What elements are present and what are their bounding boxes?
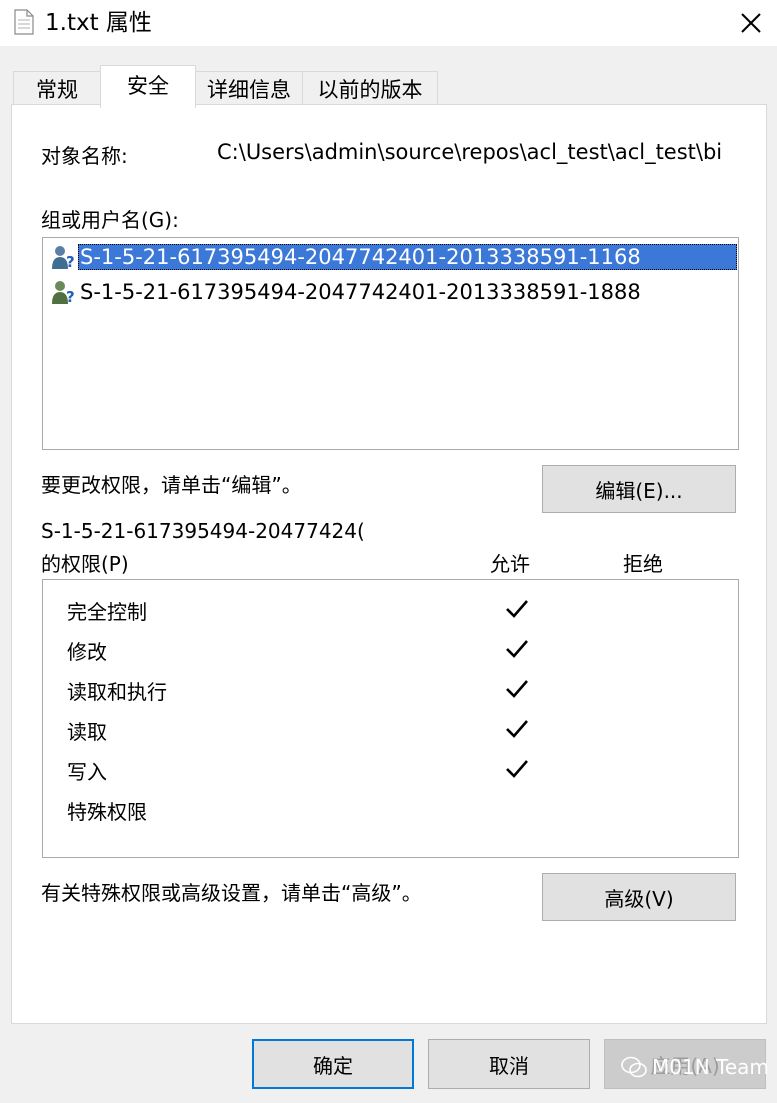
tab-previous-versions[interactable]: 以前的版本: [302, 71, 438, 107]
permission-row: 读取和执行: [43, 669, 738, 709]
advanced-hint: 有关特殊权限或高级设置，请单击“高级”。: [41, 881, 422, 905]
list-item[interactable]: ? S-1-5-21-617395494-2047742401-20133385…: [51, 275, 737, 309]
permission-name: 完全控制: [67, 600, 147, 624]
tab-security[interactable]: 安全: [100, 65, 196, 108]
user-sid: S-1-5-21-617395494-2047742401-2013338591…: [78, 244, 737, 270]
watermark-text: M01N Team: [652, 1055, 769, 1079]
permission-row: 写入: [43, 749, 738, 789]
title-bar: 1.txt 属性: [0, 0, 777, 46]
groups-listbox[interactable]: ? S-1-5-21-617395494-2047742401-20133385…: [42, 237, 739, 450]
svg-text:?: ?: [66, 288, 75, 306]
security-panel: 对象名称: C:\Users\admin\source\repos\acl_te…: [11, 104, 767, 1024]
check-icon: [506, 680, 528, 698]
tab-details[interactable]: 详细信息: [195, 71, 303, 107]
close-button[interactable]: [724, 0, 777, 46]
watermark: M01N Team: [620, 1055, 769, 1079]
wechat-icon: [621, 1056, 647, 1078]
check-icon: [506, 760, 528, 778]
groups-label: 组或用户名(G):: [41, 208, 179, 232]
permissions-title-suffix: 的权限(P): [41, 552, 129, 576]
svg-text:?: ?: [66, 253, 75, 271]
list-item[interactable]: ? S-1-5-21-617395494-2047742401-20133385…: [51, 240, 737, 274]
allow-header: 允许: [490, 552, 530, 576]
edit-button[interactable]: 编辑(E)...: [542, 465, 736, 513]
unknown-user-icon: ?: [52, 246, 75, 271]
permission-name: 特殊权限: [67, 800, 147, 824]
deny-header: 拒绝: [623, 552, 663, 576]
permission-row: 完全控制: [43, 589, 738, 629]
check-icon: [506, 640, 528, 658]
object-name-value: C:\Users\admin\source\repos\acl_test\acl…: [217, 140, 723, 164]
ok-button[interactable]: 确定: [252, 1039, 414, 1089]
permission-row: 特殊权限: [43, 789, 738, 829]
permission-name: 写入: [67, 760, 107, 784]
permission-name: 修改: [67, 640, 107, 664]
permission-name: 读取和执行: [67, 680, 167, 704]
advanced-button[interactable]: 高级(V): [542, 873, 736, 921]
unknown-user-icon: ?: [52, 281, 75, 306]
object-name-label: 对象名称:: [41, 144, 128, 168]
permission-row: 修改: [43, 629, 738, 669]
permissions-list: 完全控制 修改 读取和执行 读取 写入 特殊权限: [42, 579, 739, 858]
text-file-icon: [14, 9, 34, 35]
tab-general[interactable]: 常规: [13, 71, 101, 107]
tab-strip: 常规 安全 详细信息 以前的版本: [12, 65, 772, 108]
edit-hint: 要更改权限，请单击“编辑”。: [41, 473, 302, 497]
permission-row: 读取: [43, 709, 738, 749]
check-icon: [506, 600, 528, 618]
permission-name: 读取: [67, 720, 107, 744]
close-icon: [740, 13, 761, 33]
user-sid: S-1-5-21-617395494-2047742401-2013338591…: [80, 280, 641, 304]
window-title: 1.txt 属性: [45, 10, 152, 36]
cancel-button[interactable]: 取消: [428, 1039, 590, 1089]
check-icon: [506, 720, 528, 738]
permissions-title: S-1-5-21-617395494-20477424(: [41, 519, 365, 543]
